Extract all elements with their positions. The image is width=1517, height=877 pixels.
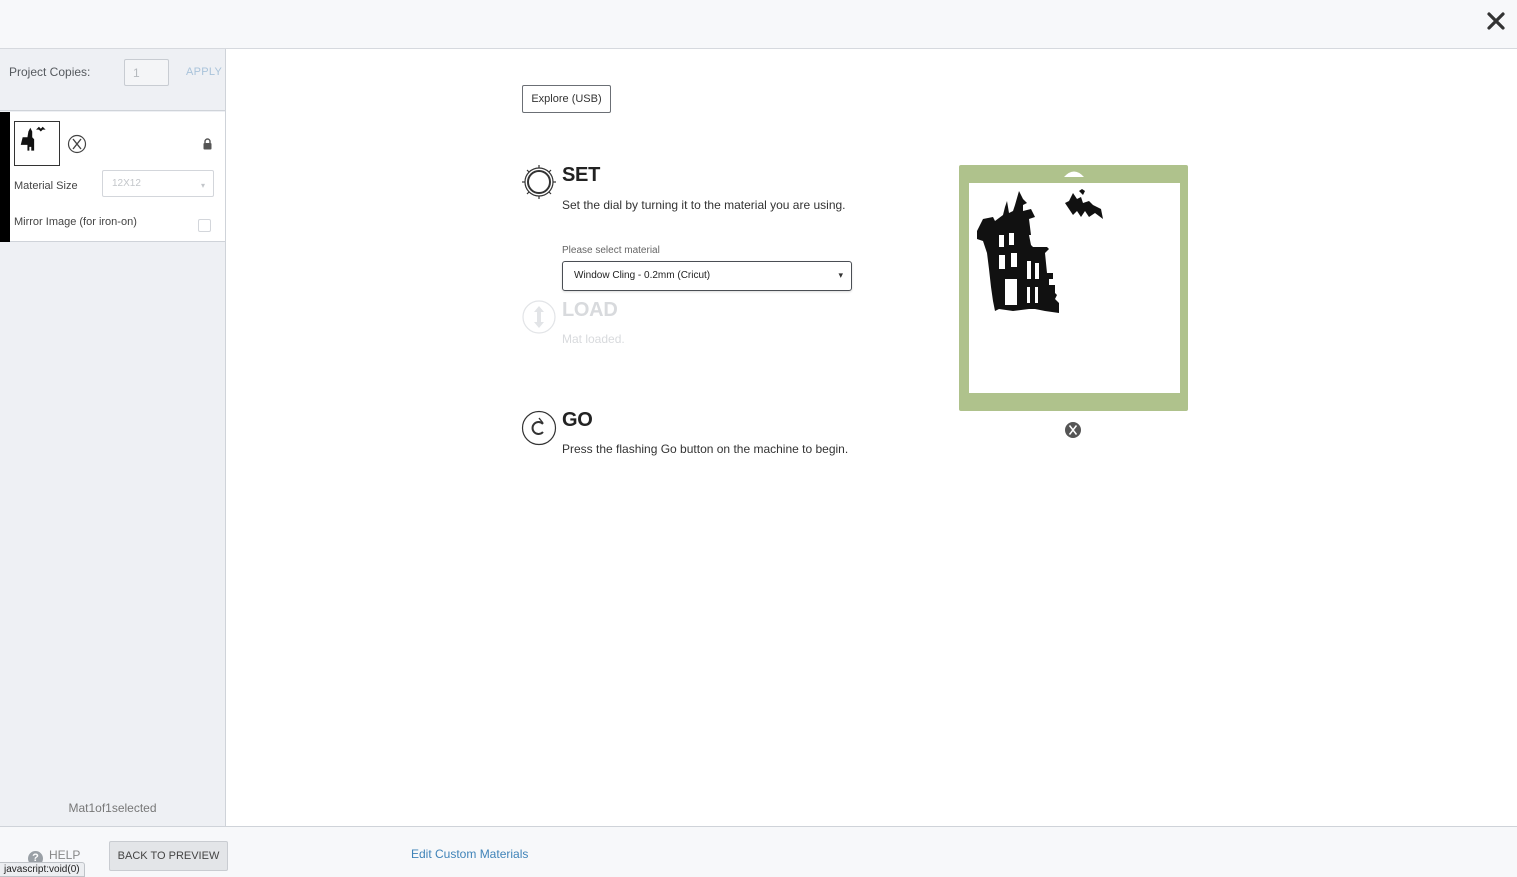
project-copies-row: Project Copies: APPLY — [0, 49, 225, 111]
go-step-title: GO — [562, 409, 593, 431]
go-icon — [521, 410, 557, 446]
blade-icon — [1065, 422, 1081, 438]
material-size-label: Material Size — [14, 180, 78, 192]
top-bar — [0, 0, 1517, 49]
footer-bar: ? HELP BACK TO PREVIEW Edit Custom Materi… — [0, 826, 1517, 877]
project-copies-label: Project Copies: — [9, 65, 91, 79]
load-step-description: Mat loaded. — [562, 332, 625, 346]
mat-selection-count: Mat1of1selected — [68, 801, 157, 815]
selected-indicator — [0, 112, 10, 242]
material-select[interactable]: Window Cling - 0.2mm (Cricut) ▾ — [562, 261, 852, 291]
material-select-label: Please select material — [562, 245, 660, 256]
mat-notch-icon — [1064, 171, 1084, 177]
material-select-value: Window Cling - 0.2mm (Cricut) — [574, 270, 711, 281]
haunted-house-and-bat-image — [977, 189, 1103, 313]
mat-sidebar: Project Copies: APPLY Material Size 12X1… — [0, 49, 226, 826]
material-size-value: 12X12 — [112, 178, 141, 189]
go-step-description: Press the flashing Go button on the mach… — [562, 442, 849, 456]
mirror-image-label: Mirror Image (for iron-on) — [14, 216, 137, 228]
haunted-house-thumbnail-icon — [20, 126, 46, 151]
mirror-image-checkbox[interactable] — [198, 219, 211, 232]
mat-card[interactable]: Material Size 12X12 ▾ Mirror Image (for … — [0, 112, 225, 242]
dial-icon — [522, 165, 556, 199]
load-arrows-icon — [522, 300, 556, 334]
close-icon[interactable] — [1485, 10, 1507, 32]
load-step-title: LOAD — [562, 299, 618, 321]
blade-icon — [67, 134, 87, 154]
chevron-down-icon: ▾ — [200, 181, 205, 190]
set-step-description: Set the dial by turning it to the materi… — [562, 198, 846, 212]
mat-canvas — [969, 183, 1180, 393]
cutting-mat-preview — [959, 165, 1188, 411]
chevron-down-icon: ▾ — [838, 270, 843, 280]
material-size-select[interactable]: 12X12 ▾ — [102, 170, 214, 197]
edit-custom-materials-link[interactable]: Edit Custom Materials — [411, 847, 528, 861]
lock-icon[interactable] — [202, 138, 213, 150]
help-label: HELP — [49, 848, 81, 862]
machine-select-button[interactable]: Explore (USB) — [522, 85, 611, 113]
browser-status-url: javascript:void(0) — [0, 862, 85, 877]
set-step-title: SET — [562, 164, 600, 186]
back-to-preview-button[interactable]: BACK TO PREVIEW — [109, 841, 228, 871]
project-copies-input[interactable] — [124, 59, 169, 86]
mat-thumbnail[interactable] — [14, 121, 60, 166]
apply-button[interactable]: APPLY — [186, 66, 222, 78]
